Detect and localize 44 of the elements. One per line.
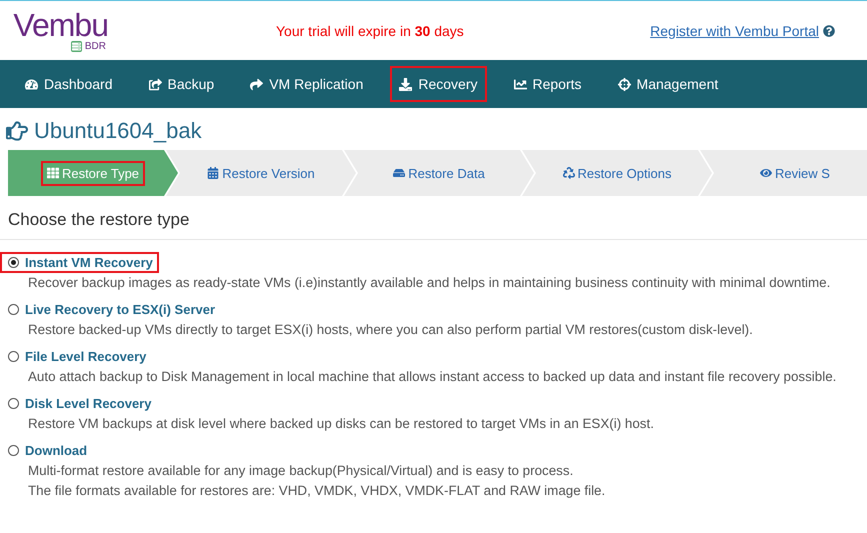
option-description: The file formats available for restores are: VHD, VMDK, VHDX, VMDK-FLAT and RAW image file. — [27, 482, 606, 500]
wizard-step[interactable]: Review S — [700, 150, 867, 196]
nav-item[interactable]: Backup — [140, 66, 224, 102]
section-heading: Choose the restore type — [0, 196, 867, 240]
radio-button[interactable] — [8, 445, 19, 456]
nav-item[interactable]: Reports — [504, 66, 591, 102]
wizard-step[interactable]: Restore Options — [522, 150, 712, 196]
register-link[interactable]: Register with Vembu Portal — [650, 22, 819, 38]
option-description: Auto attach backup to Disk Management in local machine that allows instant access to backed up data and instant file recovery possible. — [27, 368, 838, 386]
logo-text: Vembu — [13, 9, 108, 41]
wizard-step[interactable]: Restore Version — [166, 150, 356, 196]
line-chart-icon — [514, 78, 526, 90]
grid-icon — [46, 167, 59, 179]
server-icon — [70, 41, 82, 52]
radio-button[interactable] — [8, 257, 19, 268]
eye-icon — [760, 167, 772, 179]
option-title[interactable]: Live Recovery to ESX(i) Server — [25, 302, 216, 317]
hand-pointing-icon — [6, 120, 28, 142]
crosshair-icon — [618, 78, 631, 90]
share-icon — [148, 78, 162, 90]
option-description: Recover backup images as ready-state VMs (i.e)instantly available and helps in maintaining business continuity with minimal downtime. — [27, 274, 832, 292]
help-icon[interactable] — [823, 24, 835, 36]
forward-arrow-icon — [250, 78, 264, 90]
option-title[interactable]: File Level Recovery — [25, 349, 146, 364]
wizard-step[interactable]: Restore Data — [344, 150, 534, 196]
nav-item[interactable]: VM Replication — [241, 66, 372, 102]
calendar-icon — [207, 167, 220, 179]
nav-item[interactable]: Management — [608, 66, 728, 102]
trial-notice: Your trial will expire in 30 days — [276, 22, 464, 38]
option-description: Restore backed-up VMs directly to target ESX(i) hosts, where you can also perform partial VM restores(custom disk-level). — [27, 321, 754, 339]
gauge-icon — [25, 78, 38, 90]
option-title[interactable]: Download — [25, 443, 88, 458]
radio-button[interactable] — [8, 351, 19, 362]
radio-button[interactable] — [8, 304, 19, 315]
page-title: Ubuntu1604_bak — [34, 118, 202, 144]
download-icon — [399, 78, 412, 90]
option-title[interactable]: Disk Level Recovery — [25, 396, 152, 411]
option-description: Multi-format restore available for any image backup(Physical/Virtual) and is easy to process. — [27, 462, 574, 480]
nav-item[interactable]: Recovery — [390, 66, 486, 102]
logo-subtitle: BDR — [84, 41, 106, 52]
radio-button[interactable] — [8, 398, 19, 409]
option-description: Restore VM backups at disk level where backed up disks can be restored to target VMs in an ESX(i) host. — [27, 415, 655, 433]
recycle-icon — [562, 167, 575, 179]
nav-item[interactable]: Dashboard — [16, 66, 122, 102]
